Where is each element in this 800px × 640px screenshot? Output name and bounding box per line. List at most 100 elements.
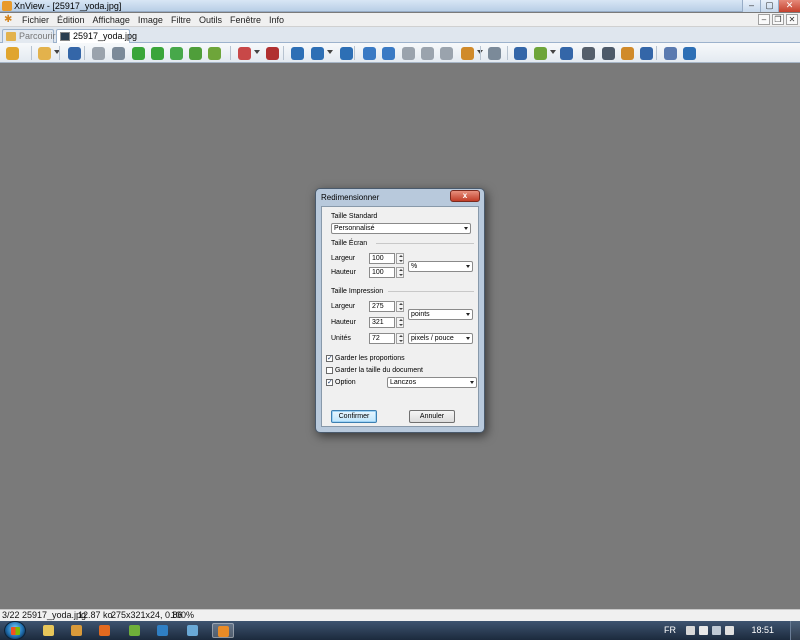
slideshow-button[interactable] [459, 45, 475, 61]
option-checkbox[interactable]: ✓ [326, 379, 333, 386]
standard-size-value: Personnalisé [334, 225, 375, 232]
tab-image-file[interactable]: 25917_yoda.jpg [56, 29, 137, 43]
resolution-unit-select[interactable]: pixels / pouce [408, 333, 473, 344]
compare-button[interactable] [558, 45, 574, 61]
doc-close-button[interactable]: ✕ [786, 14, 798, 25]
flag-icon[interactable] [699, 626, 708, 635]
chevron-down-icon [470, 381, 474, 384]
rotate-left-button[interactable] [130, 45, 146, 61]
folder-icon [6, 32, 16, 41]
resolution-stepper[interactable] [396, 333, 404, 344]
menu-filtre[interactable]: Filtre [167, 13, 195, 27]
scan-button[interactable] [600, 45, 616, 61]
tab-parcourir[interactable]: Parcourir [2, 29, 56, 43]
resample-method-select[interactable]: Lanczos [387, 377, 477, 388]
keep-doc-size-checkbox[interactable] [326, 367, 333, 374]
dropdown-arrow-icon[interactable] [550, 50, 556, 54]
previous-button[interactable] [361, 45, 377, 61]
dropdown-arrow-icon[interactable] [254, 50, 260, 54]
dropdown-arrow-icon[interactable] [327, 50, 333, 54]
windows-logo-icon [11, 627, 20, 635]
doc-restore-button[interactable]: ❐ [772, 14, 784, 25]
taskbar-firefox[interactable] [94, 623, 116, 638]
network-tray-icon[interactable] [712, 626, 721, 635]
menu-image[interactable]: Image [134, 13, 167, 27]
keep-ratio-checkbox[interactable]: ✓ [326, 355, 333, 362]
zoom-in-button[interactable] [289, 45, 305, 61]
rotate-right-button[interactable] [149, 45, 165, 61]
show-desktop-button[interactable] [790, 621, 800, 640]
start-button[interactable] [4, 621, 26, 640]
explorer-icon [43, 625, 54, 636]
menu-fichier[interactable]: Fichier [18, 13, 53, 27]
screen-unit-value: % [411, 263, 418, 270]
enhance-button[interactable] [187, 45, 203, 61]
print-width-input[interactable]: 275 [369, 301, 395, 312]
info-button[interactable] [681, 45, 697, 61]
taskbar-xnview[interactable] [212, 623, 234, 638]
confirm-button[interactable]: Confirmer [331, 410, 377, 423]
save-button[interactable] [66, 45, 82, 61]
zoom-button[interactable] [309, 45, 325, 61]
print-height-input[interactable]: 321 [369, 317, 395, 328]
tray-arrow-icon[interactable] [686, 626, 695, 635]
copy-button[interactable] [438, 45, 454, 61]
menu-edition[interactable]: Édition [53, 13, 89, 27]
colors-button[interactable] [236, 45, 252, 61]
print-preview-button[interactable] [90, 45, 106, 61]
screen-width-input[interactable]: 100 [369, 253, 395, 264]
acquire-button[interactable] [532, 45, 548, 61]
clock[interactable]: 18:51 [751, 625, 774, 635]
toolbar-separator [84, 46, 85, 60]
adjust-image-button[interactable] [168, 45, 184, 61]
dialog-close-button[interactable]: x [450, 190, 480, 202]
open-folder-button[interactable] [36, 45, 52, 61]
menu-affichage[interactable]: Affichage [89, 13, 134, 27]
print-height-stepper[interactable] [396, 317, 404, 328]
capture-button[interactable] [638, 45, 654, 61]
scan-icon [601, 46, 615, 60]
screen-unit-select[interactable]: % [408, 261, 473, 272]
taskbar-browser-q[interactable] [124, 623, 146, 638]
effects-button[interactable] [206, 45, 222, 61]
print-unit-select[interactable]: points [408, 309, 473, 320]
toolbar-separator [31, 46, 32, 60]
taskbar-network[interactable] [182, 623, 204, 638]
fullscreen-button[interactable] [512, 45, 528, 61]
browse-mode-button[interactable] [4, 45, 20, 61]
menu-info[interactable]: Info [265, 13, 288, 27]
taskbar-file-manager[interactable] [66, 623, 88, 638]
minimize-button[interactable]: – [742, 0, 760, 12]
red-eye-button[interactable] [264, 45, 280, 61]
cancel-button[interactable]: Annuler [409, 410, 455, 423]
maximize-button[interactable]: ▢ [760, 0, 778, 12]
crop-button[interactable] [110, 45, 126, 61]
close-button[interactable]: ✕ [778, 0, 800, 12]
language-indicator[interactable]: FR [664, 625, 676, 635]
next-button[interactable] [380, 45, 396, 61]
first-page-button[interactable] [400, 45, 416, 61]
taskbar-explorer[interactable] [38, 623, 60, 638]
last-page-button[interactable] [419, 45, 435, 61]
taskbar-photoshop[interactable] [152, 623, 174, 638]
settings-button[interactable] [662, 45, 678, 61]
menu-list: Fichier Édition Affichage Image Filtre O… [18, 13, 288, 27]
screen-height-input[interactable]: 100 [369, 267, 395, 278]
print-width-stepper[interactable] [396, 301, 404, 312]
menu-fenetre[interactable]: Fenêtre [226, 13, 265, 27]
volume-icon[interactable] [725, 626, 734, 635]
zoom-out-button[interactable] [338, 45, 354, 61]
doc-minimize-button[interactable]: – [758, 14, 770, 25]
print-button[interactable] [580, 45, 596, 61]
menu-outils[interactable]: Outils [195, 13, 226, 27]
standard-size-select[interactable]: Personnalisé [331, 223, 471, 234]
screen-height-stepper[interactable] [396, 267, 404, 278]
resolution-input[interactable]: 72 [369, 333, 395, 344]
copy-icon [439, 46, 453, 60]
wallpaper-button[interactable] [619, 45, 635, 61]
fit-window-button[interactable] [486, 45, 502, 61]
chevron-down-icon [466, 313, 470, 316]
xnview-menu-icon[interactable]: ✱ [4, 15, 14, 25]
document-window-controls: – ❐ ✕ [758, 14, 798, 25]
screen-width-stepper[interactable] [396, 253, 404, 264]
